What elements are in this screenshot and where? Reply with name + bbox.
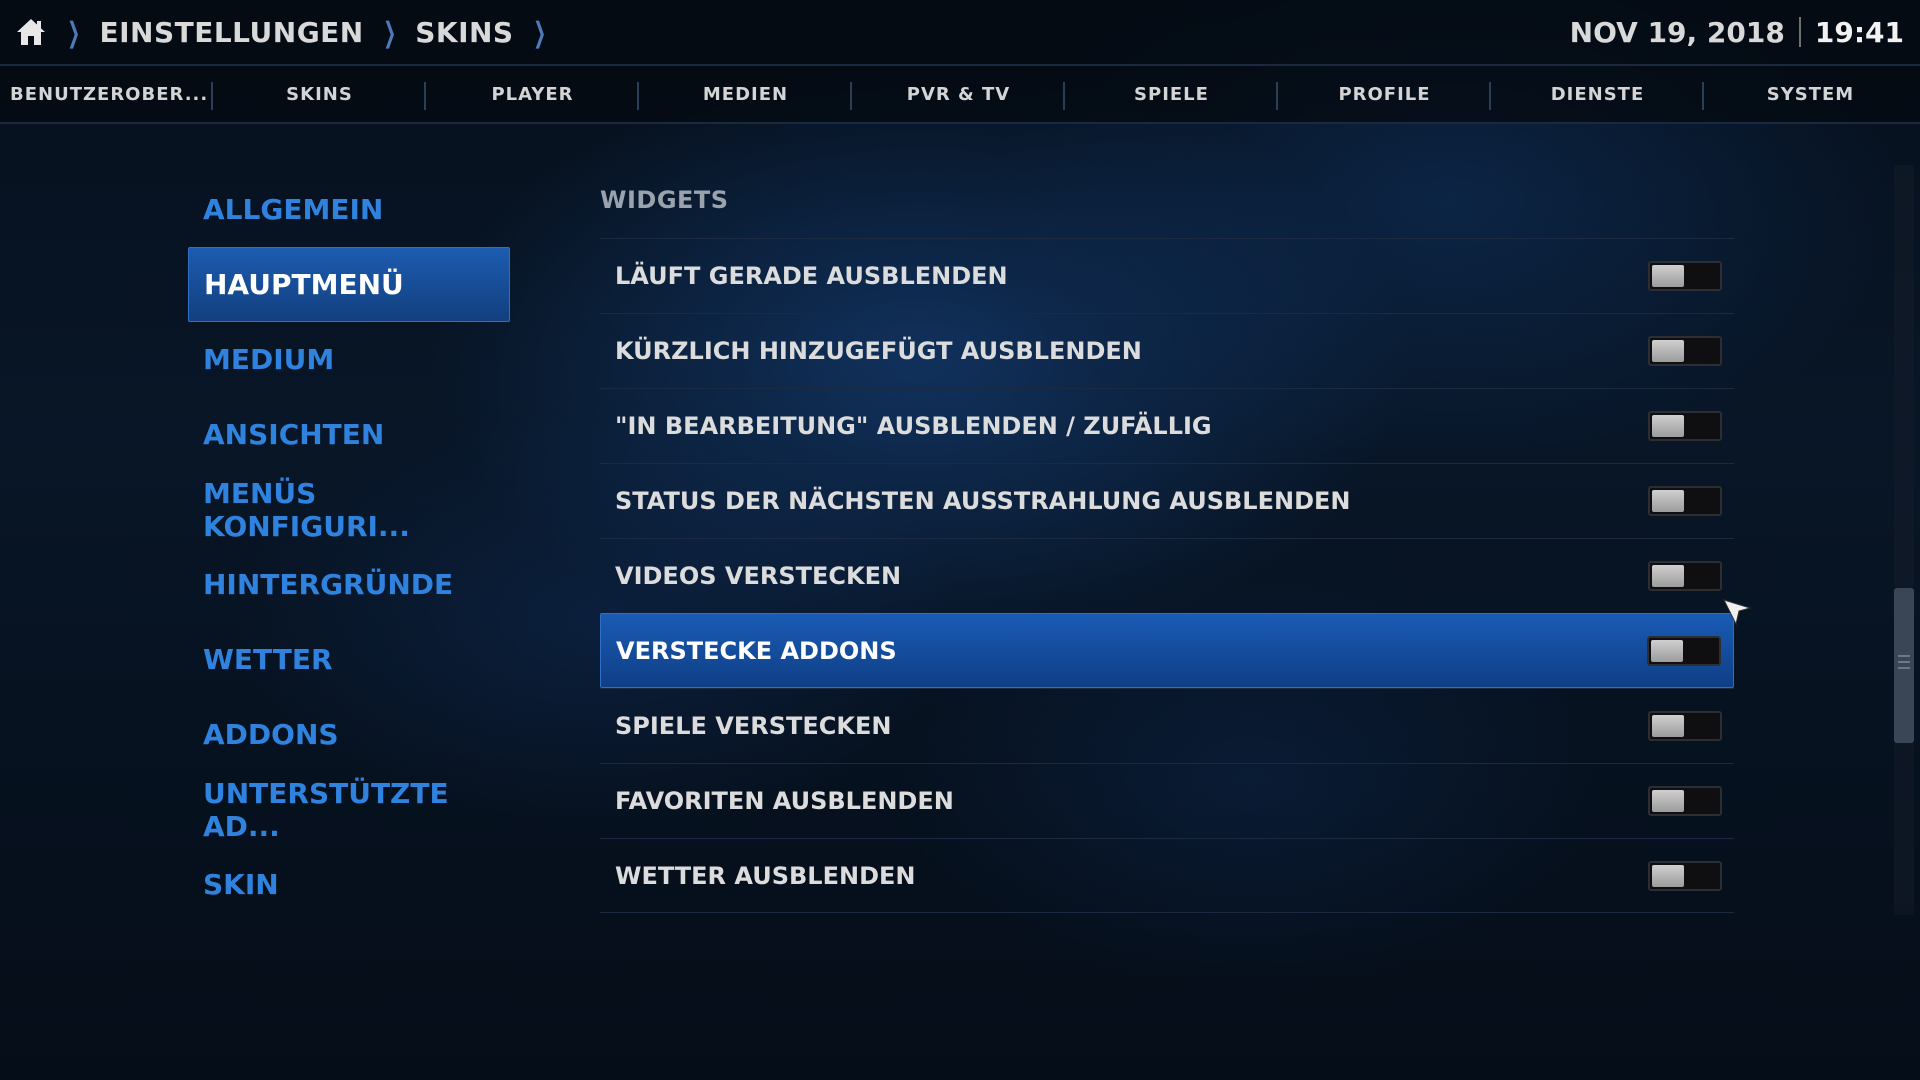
toggle-switch[interactable] — [1647, 635, 1721, 666]
toggle-switch[interactable] — [1648, 486, 1722, 516]
tab-pvr-tv[interactable]: PVR & TV — [852, 66, 1065, 122]
menu-item-skin[interactable]: SKIN — [188, 847, 510, 922]
toggle-switch[interactable] — [1648, 411, 1722, 441]
clock: NOV 19, 2018 19:41 — [1570, 0, 1904, 64]
toggle-knob — [1652, 864, 1684, 887]
menu-item-ansichten[interactable]: ANSICHTEN — [188, 397, 510, 472]
toggle-switch[interactable] — [1648, 261, 1722, 291]
menu-item-wetter[interactable]: WETTER — [188, 622, 510, 697]
toggle-knob — [1652, 565, 1684, 587]
menu-item-menues-konfigurieren[interactable]: MENÜS KONFIGURI... — [188, 472, 510, 547]
category-menu: ALLGEMEIN HAUPTMENÜ MEDIUM ANSICHTEN MEN… — [188, 172, 510, 922]
toggle-switch[interactable] — [1648, 336, 1722, 366]
tab-dienste[interactable]: DIENSTE — [1491, 66, 1704, 122]
date-label: NOV 19, 2018 — [1569, 15, 1785, 49]
setting-row-focused[interactable]: VERSTECKE ADDONS — [600, 613, 1734, 688]
toggle-knob — [1652, 340, 1684, 362]
setting-row[interactable]: SPIELE VERSTECKEN — [600, 688, 1734, 763]
setting-label: WETTER AUSBLENDEN — [615, 861, 916, 890]
grip-icon — [1898, 655, 1910, 675]
home-icon[interactable] — [14, 15, 48, 49]
setting-label: LÄUFT GERADE AUSBLENDEN — [615, 262, 1008, 290]
time-label: 19:41 — [1814, 15, 1904, 49]
setting-label: "IN BEARBEITUNG" AUSBLENDEN / ZUFÄLLIG — [615, 412, 1212, 440]
settings-list: LÄUFT GERADE AUSBLENDEN KÜRZLICH HINZUGE… — [600, 238, 1734, 913]
toggle-knob — [1652, 265, 1684, 287]
divider — [1798, 17, 1801, 47]
setting-row[interactable]: WETTER AUSBLENDEN — [600, 838, 1734, 913]
breadcrumb-item[interactable]: SKINS — [415, 16, 513, 49]
tab-profile[interactable]: PROFILE — [1278, 66, 1491, 122]
scrollbar-track[interactable] — [1894, 165, 1914, 915]
setting-row[interactable]: KÜRZLICH HINZUGEFÜGT AUSBLENDEN — [600, 313, 1734, 388]
setting-row[interactable]: "IN BEARBEITUNG" AUSBLENDEN / ZUFÄLLIG — [600, 388, 1734, 463]
toggle-knob — [1652, 715, 1684, 737]
chevron-right-icon: ❯ — [532, 15, 546, 49]
section-title: WIDGETS — [600, 186, 729, 214]
setting-label: STATUS DER NÄCHSTEN AUSSTRAHLUNG AUSBLEN… — [615, 487, 1351, 515]
header-bar: ❯ EINSTELLUNGEN ❯ SKINS ❯ NOV 19, 2018 1… — [0, 0, 1920, 64]
menu-item-hintergruende[interactable]: HINTERGRÜNDE — [188, 547, 510, 622]
setting-label: SPIELE VERSTECKEN — [615, 712, 892, 740]
chevron-right-icon: ❯ — [67, 15, 81, 49]
setting-label: FAVORITEN AUSBLENDEN — [615, 787, 954, 815]
setting-row[interactable]: STATUS DER NÄCHSTEN AUSSTRAHLUNG AUSBLEN… — [600, 463, 1734, 538]
tab-player[interactable]: PLAYER — [426, 66, 639, 122]
breadcrumb-item[interactable]: EINSTELLUNGEN — [99, 16, 363, 49]
setting-label: VERSTECKE ADDONS — [616, 636, 897, 665]
menu-item-unterstuetzte-addons[interactable]: UNTERSTÜTZTE AD... — [188, 772, 510, 847]
toggle-switch[interactable] — [1648, 711, 1722, 741]
setting-label: KÜRZLICH HINZUGEFÜGT AUSBLENDEN — [615, 337, 1142, 365]
toggle-knob — [1652, 415, 1684, 437]
toggle-switch[interactable] — [1648, 561, 1722, 591]
chevron-right-icon: ❯ — [383, 15, 396, 49]
menu-item-allgemein[interactable]: ALLGEMEIN — [188, 172, 510, 247]
menu-item-medium[interactable]: MEDIUM — [188, 322, 510, 397]
tab-skins[interactable]: SKINS — [213, 66, 426, 122]
breadcrumb: ❯ EINSTELLUNGEN ❯ SKINS ❯ — [14, 0, 565, 64]
tab-medien[interactable]: MEDIEN — [639, 66, 852, 122]
menu-item-hauptmenue[interactable]: HAUPTMENÜ — [188, 247, 510, 322]
mouse-pointer-icon — [1722, 598, 1752, 628]
tab-bar: BENUTZEROBER... SKINS PLAYER MEDIEN PVR … — [0, 66, 1920, 122]
toggle-knob — [1652, 490, 1684, 512]
tab-spiele[interactable]: SPIELE — [1065, 66, 1278, 122]
menu-item-addons[interactable]: ADDONS — [188, 697, 510, 772]
setting-row[interactable]: VIDEOS VERSTECKEN — [600, 538, 1734, 613]
setting-row[interactable]: LÄUFT GERADE AUSBLENDEN — [600, 238, 1734, 313]
toggle-switch[interactable] — [1648, 860, 1722, 891]
toggle-switch[interactable] — [1648, 786, 1722, 816]
toggle-knob — [1652, 790, 1684, 812]
setting-label: VIDEOS VERSTECKEN — [615, 562, 902, 590]
setting-row[interactable]: FAVORITEN AUSBLENDEN — [600, 763, 1734, 838]
toggle-knob — [1651, 639, 1683, 662]
tab-system[interactable]: SYSTEM — [1704, 66, 1917, 122]
divider — [0, 122, 1920, 124]
tab-benutzeroberflaeche[interactable]: BENUTZEROBER... — [0, 66, 213, 122]
